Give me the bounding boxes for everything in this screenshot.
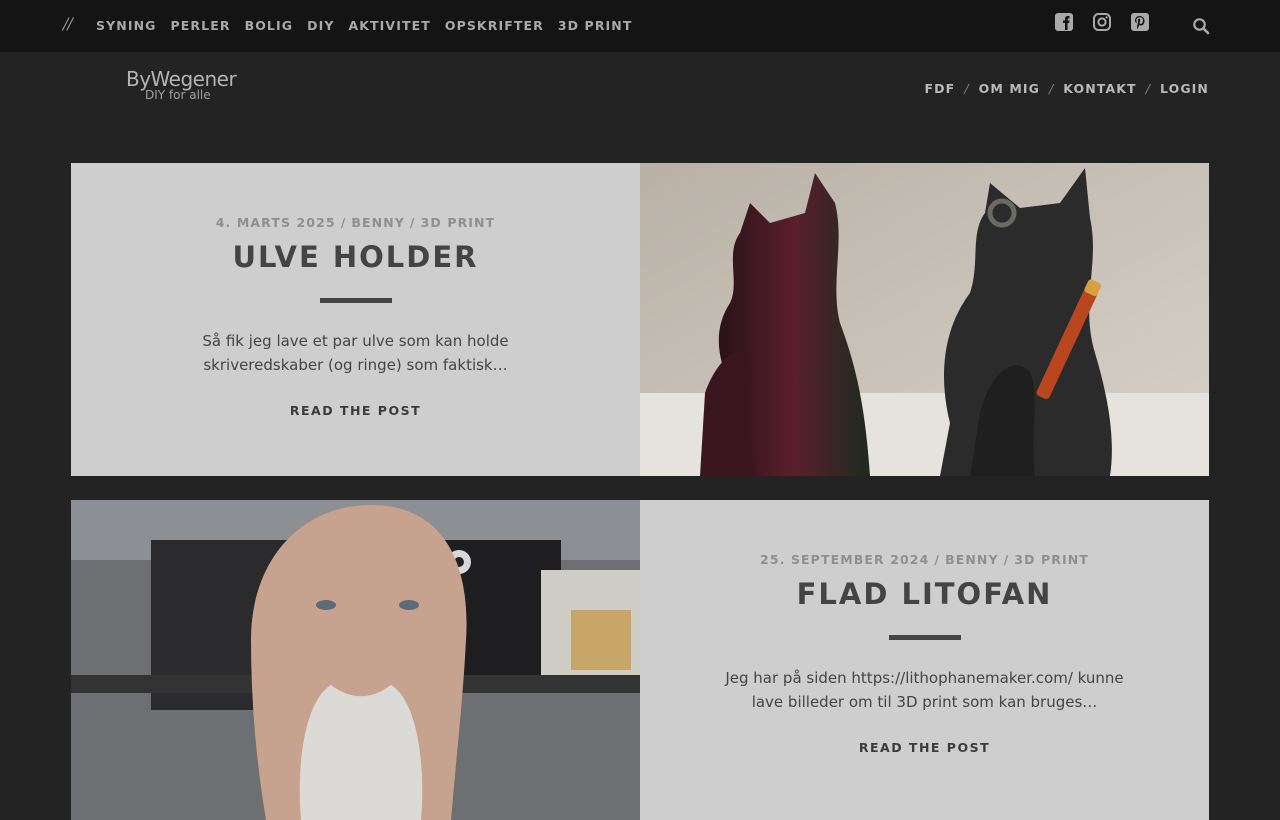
title-divider [888, 635, 961, 640]
post-card: 25. SEPTEMBER 2024 / BENNY / 3D PRINT FLAD L… [71, 500, 1209, 820]
primary-nav: SYNING PERLER BOLIG DIY AKTIVITET OPSKRI… [96, 18, 632, 33]
nav-separator: / [964, 81, 970, 96]
post-date[interactable]: 25. SEPTEMBER 2024 [760, 552, 929, 567]
nav-separator: / [1048, 81, 1055, 96]
nav-item-kontakt[interactable]: KONTAKT [1063, 81, 1136, 96]
post-category[interactable]: 3D PRINT [421, 215, 496, 230]
post-title[interactable]: FLAD LITOFAN [640, 577, 1209, 611]
site-header: ByWegener DIY for alle FDF / OM MIG / KO… [0, 52, 1280, 163]
site-logo[interactable]: ByWegener DIY for alle [126, 67, 256, 102]
menu-decor: // [63, 14, 73, 33]
social-links [1054, 12, 1150, 32]
nav-item-syning[interactable]: SYNING [96, 18, 157, 33]
post-card: 4. MARTS 2025 / BENNY / 3D PRINT ULVE HOLDER… [71, 163, 1209, 476]
nav-item-login[interactable]: LOGIN [1160, 81, 1209, 96]
nav-item-aktivitet[interactable]: AKTIVITET [348, 18, 430, 33]
post-text: 25. SEPTEMBER 2024 / BENNY / 3D PRINT FLAD L… [640, 500, 1209, 820]
post-excerpt: Så fik jeg lave et par ulve som kan hold… [202, 332, 509, 374]
post-author[interactable]: BENNY [945, 552, 999, 567]
nav-item-fdf[interactable]: FDF [925, 81, 956, 96]
top-bar: // SYNING PERLER BOLIG DIY AKTIVITET OPS… [0, 0, 1280, 52]
post-text: 4. MARTS 2025 / BENNY / 3D PRINT ULVE HOLDER… [71, 163, 640, 476]
nav-item-diy[interactable]: DIY [307, 18, 334, 33]
meta-separator: / [340, 215, 347, 230]
read-the-post-link[interactable]: READ THE POST [71, 403, 640, 418]
post-image-portrait[interactable] [71, 500, 640, 820]
meta-separator: / [934, 552, 941, 567]
meta-separator: / [409, 215, 416, 230]
secondary-nav: FDF / OM MIG / KONTAKT / LOGIN [925, 81, 1209, 96]
post-image-wolves[interactable] [640, 163, 1209, 476]
post-author[interactable]: BENNY [351, 215, 405, 230]
post-category[interactable]: 3D PRINT [1014, 552, 1089, 567]
meta-separator: / [1003, 552, 1010, 567]
post-date[interactable]: 4. MARTS 2025 [216, 215, 336, 230]
post-title[interactable]: ULVE HOLDER [71, 240, 640, 274]
logo-tagline: DIY for alle [145, 88, 211, 102]
nav-item-om-mig[interactable]: OM MIG [979, 81, 1040, 96]
pinterest-square-icon[interactable] [1130, 12, 1150, 32]
facebook-square-icon[interactable] [1054, 12, 1074, 32]
post-meta: 25. SEPTEMBER 2024 / BENNY / 3D PRINT [640, 552, 1209, 567]
nav-item-opskrifter[interactable]: OPSKRIFTER [445, 18, 544, 33]
read-the-post-link[interactable]: READ THE POST [640, 740, 1209, 755]
instagram-icon[interactable] [1092, 12, 1112, 32]
post-meta: 4. MARTS 2025 / BENNY / 3D PRINT [71, 215, 640, 230]
nav-item-bolig[interactable]: BOLIG [245, 18, 294, 33]
nav-item-perler[interactable]: PERLER [171, 18, 231, 33]
nav-separator: / [1145, 81, 1151, 96]
post-excerpt: Jeg har på siden https://lithophanemaker… [725, 669, 1124, 711]
title-divider [319, 298, 392, 303]
nav-item-3d-print[interactable]: 3D PRINT [558, 18, 633, 33]
search-icon[interactable] [1192, 17, 1210, 35]
